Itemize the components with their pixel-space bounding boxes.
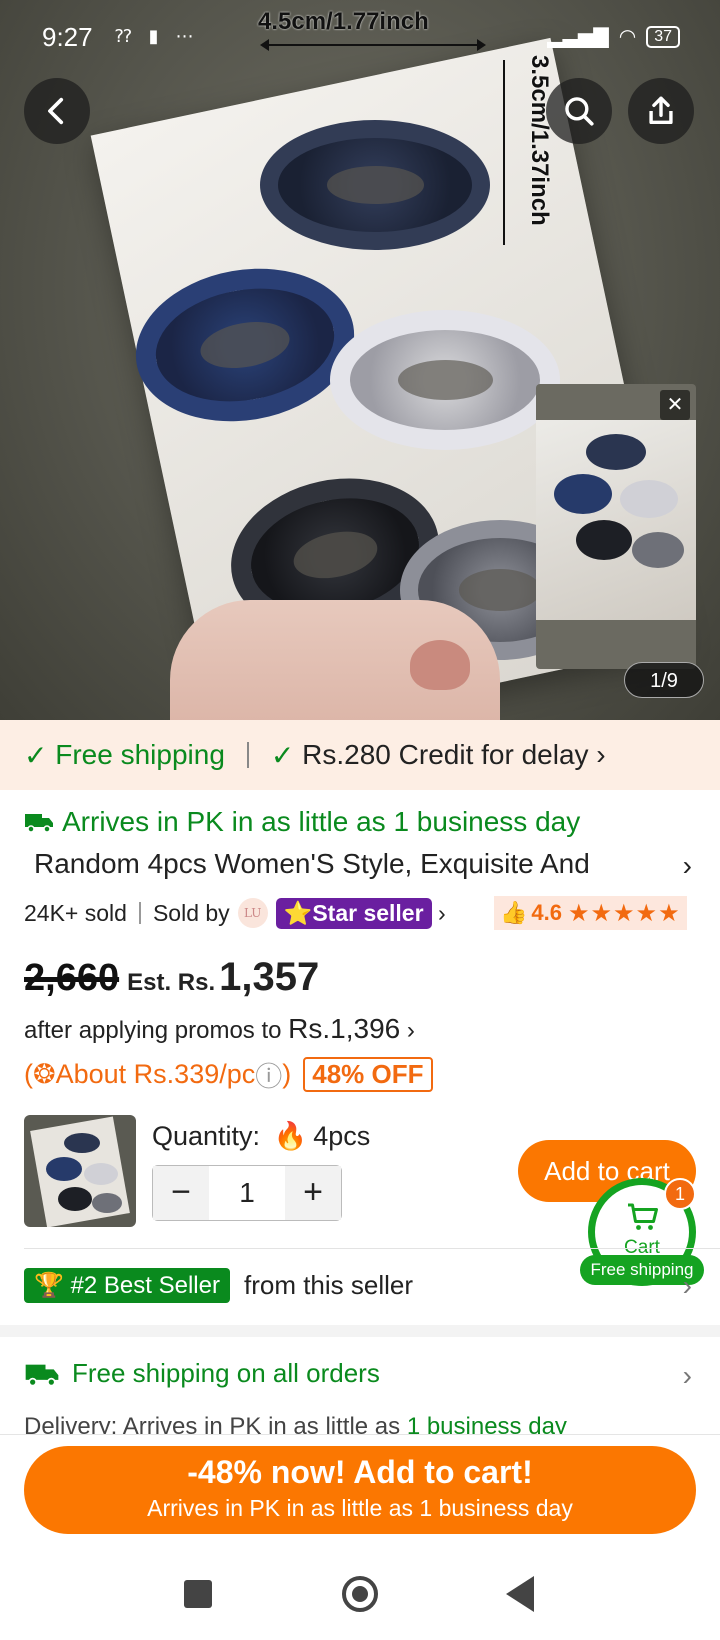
system-nav-bar bbox=[0, 1554, 720, 1640]
height-dimension-label: 3.5cm/1.37inch bbox=[526, 55, 553, 226]
estimated-label: Est. Rs. bbox=[127, 969, 216, 996]
height-arrow bbox=[503, 60, 505, 245]
search-button[interactable] bbox=[546, 78, 612, 144]
quantity-stepper[interactable]: − 1 + bbox=[152, 1165, 342, 1221]
promo-line[interactable]: after applying promos to Rs.1,396 › bbox=[24, 1013, 415, 1045]
best-seller-row[interactable]: 🏆 #2 Best Seller from this seller bbox=[24, 1268, 413, 1303]
best-seller-rank: #2 Best Seller bbox=[70, 1272, 220, 1299]
cart-count-badge: 1 bbox=[664, 1178, 696, 1210]
chevron-right-icon: › bbox=[400, 1017, 415, 1044]
rating-badge[interactable]: 👍 4.6 ★★★★★ bbox=[494, 896, 687, 930]
divider bbox=[246, 742, 249, 768]
check-icon: ✓ bbox=[24, 739, 56, 771]
width-dimension-label: 4.5cm/1.77inch bbox=[258, 8, 429, 35]
delivery-line: Delivery: Arrives in PK in as little as … bbox=[24, 1412, 567, 1434]
chevron-right-icon: › bbox=[588, 739, 606, 770]
best-seller-badge: 🏆 #2 Best Seller bbox=[24, 1268, 230, 1303]
chevron-right-icon[interactable]: › bbox=[432, 900, 446, 927]
cta-subline: Arrives in PK in as little as 1 business… bbox=[147, 1495, 573, 1521]
signal-icon: ▂▃▅▇ bbox=[547, 26, 609, 48]
trophy-icon: 🏆 bbox=[34, 1272, 64, 1299]
increase-button[interactable]: + bbox=[285, 1166, 341, 1220]
price-row: 2,660 Est. Rs. 1,357 bbox=[24, 955, 319, 1000]
free-shipping-all-row[interactable]: Free shipping on all orders bbox=[24, 1358, 380, 1389]
rating-stars: ★★★★★ bbox=[568, 899, 681, 927]
best-seller-text: from this seller bbox=[243, 1270, 414, 1300]
quantity-label: Quantity: 🔥 4pcs bbox=[152, 1120, 370, 1152]
truck-icon bbox=[25, 1364, 59, 1387]
chevron-right-icon[interactable]: › bbox=[683, 1360, 692, 1392]
thumbs-up-icon: 👍 bbox=[500, 900, 528, 925]
width-arrow bbox=[260, 39, 486, 51]
quantity-label-text: Quantity: bbox=[152, 1121, 261, 1151]
free-shipping-all-text: Free shipping on all orders bbox=[72, 1358, 380, 1388]
star-seller-label: Star seller bbox=[312, 899, 424, 926]
back-button[interactable] bbox=[24, 78, 90, 144]
decrease-button[interactable]: − bbox=[153, 1166, 209, 1220]
image-counter: 1/9 bbox=[624, 662, 704, 698]
arrival-info: Arrives in PK in as little as 1 business… bbox=[24, 806, 580, 838]
divider bbox=[24, 1248, 720, 1249]
back-arrow-icon bbox=[48, 97, 64, 125]
status-notification-icons: ⁇ ▮ ⋯ bbox=[115, 26, 200, 46]
cart-icon bbox=[628, 1203, 658, 1230]
selected-variant-thumbnail[interactable] bbox=[24, 1115, 136, 1227]
main-add-to-cart-button[interactable]: -48% now! Add to cart! Arrives in PK in … bbox=[24, 1446, 696, 1534]
per-piece-row: (❂ About Rs.339/pc ⓘ) 48% OFF bbox=[24, 1055, 433, 1094]
share-icon bbox=[649, 96, 673, 125]
close-preview-button[interactable]: ✕ bbox=[660, 390, 690, 420]
hair-clip-1 bbox=[260, 120, 490, 250]
seller-row: 24K+ sold Sold by LU ⭐Star seller › bbox=[24, 896, 446, 930]
delivery-highlight: 1 business day bbox=[406, 1413, 567, 1434]
delivery-label: Delivery: bbox=[24, 1413, 118, 1434]
status-time: 9:27 bbox=[42, 22, 93, 52]
recents-button[interactable] bbox=[184, 1580, 212, 1608]
hair-clip-3 bbox=[330, 310, 560, 450]
clip-icon: ❂ bbox=[33, 1059, 56, 1089]
pack-size: 4pcs bbox=[313, 1121, 371, 1151]
share-button[interactable] bbox=[628, 78, 694, 144]
cta-headline: -48% now! Add to cart! bbox=[187, 1454, 533, 1490]
seller-logo[interactable]: LU bbox=[237, 898, 268, 928]
shipping-banner[interactable]: ✓ Free shipping ✓ Rs.280 Credit for dela… bbox=[0, 720, 720, 790]
divider bbox=[138, 902, 141, 924]
rating-value: 4.6 bbox=[531, 900, 562, 925]
info-icon[interactable]: ⓘ bbox=[255, 1055, 282, 1094]
product-image[interactable]: 9:27 ⁇ ▮ ⋯ ▂▃▅▇ ◠ 37 4.5cm/1.77inch 3.5c… bbox=[0, 0, 720, 720]
truck-icon bbox=[25, 814, 53, 833]
wifi-icon: ◠ bbox=[618, 26, 637, 48]
promo-price: Rs.1,396 bbox=[288, 1013, 401, 1044]
floating-video-preview[interactable]: ✕ bbox=[536, 384, 696, 669]
fire-icon: 🔥 bbox=[273, 1121, 308, 1151]
delivery-text: Arrives in PK in as little as bbox=[122, 1413, 407, 1434]
section-gap bbox=[0, 1325, 720, 1337]
chevron-right-icon[interactable]: › bbox=[683, 1270, 692, 1302]
status-right-icons: ▂▃▅▇ ◠ 37 bbox=[547, 24, 680, 49]
chevron-right-icon[interactable]: › bbox=[683, 850, 692, 882]
credit-label: Rs.280 Credit for delay bbox=[302, 739, 589, 770]
sold-count: 24K+ sold bbox=[24, 899, 127, 926]
battery-icon: 37 bbox=[646, 25, 680, 48]
per-piece-price: About Rs.339/pc bbox=[55, 1059, 256, 1089]
sold-by-label: Sold by bbox=[152, 899, 230, 926]
arrival-text: Arrives in PK in as little as 1 business… bbox=[62, 806, 581, 837]
original-price: 2,660 bbox=[24, 957, 120, 999]
fingernail bbox=[410, 640, 470, 690]
estimated-price: 1,357 bbox=[219, 955, 320, 999]
close-icon: ✕ bbox=[666, 394, 684, 416]
star-seller-badge[interactable]: ⭐Star seller bbox=[275, 897, 432, 929]
product-title[interactable]: Random 4pcs Women'S Style, Exquisite And bbox=[34, 848, 634, 880]
quantity-value[interactable]: 1 bbox=[209, 1166, 285, 1220]
free-shipping-label: Free shipping bbox=[55, 739, 225, 770]
discount-badge: 48% OFF bbox=[303, 1057, 433, 1092]
search-icon bbox=[565, 97, 594, 126]
home-button[interactable] bbox=[342, 1576, 378, 1612]
promo-text: after applying promos to bbox=[24, 1017, 289, 1044]
back-nav-button[interactable] bbox=[506, 1576, 534, 1612]
check-icon: ✓ bbox=[270, 739, 303, 771]
